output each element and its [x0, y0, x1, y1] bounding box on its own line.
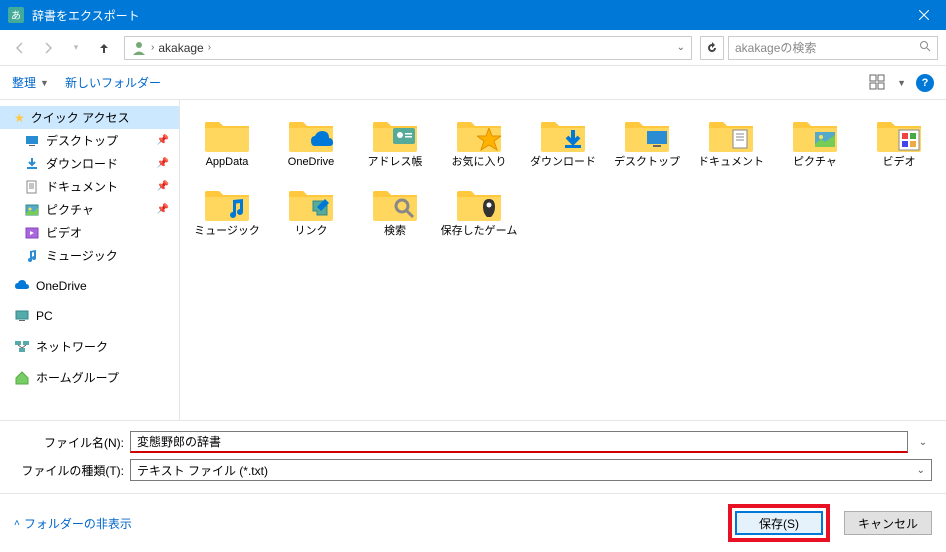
address-dropdown[interactable]: ⌄ — [677, 42, 685, 53]
footer: ˄ フォルダーの非表示 保存(S) キャンセル — [0, 493, 946, 552]
folder-label: お気に入り — [452, 156, 507, 169]
folder-item[interactable]: 検索 — [354, 179, 436, 242]
save-button-highlight: 保存(S) — [728, 504, 830, 542]
main-pane: ★ クイック アクセス デスクトップ📌ダウンロード📌ドキュメント📌ピクチャ📌ビデ… — [0, 100, 946, 420]
cloud-icon — [14, 278, 30, 294]
sidebar-item-document[interactable]: ドキュメント📌 — [0, 175, 179, 198]
search-icon — [919, 40, 931, 55]
desktop-icon — [24, 133, 40, 149]
sidebar-quick-access[interactable]: ★ クイック アクセス — [0, 106, 179, 129]
folder-label: ビデオ — [883, 156, 916, 169]
folder-item[interactable]: お気に入り — [438, 110, 520, 173]
folder-item[interactable]: ダウンロード — [522, 110, 604, 173]
address-bar[interactable]: › akakage › ⌄ — [124, 36, 692, 60]
svg-text:あ: あ — [11, 10, 21, 22]
filename-input[interactable] — [130, 431, 908, 453]
filetype-label: ファイルの種類(T): — [14, 462, 124, 479]
view-options-button[interactable] — [869, 74, 887, 92]
organize-button[interactable]: 整理 ▼ — [12, 74, 49, 91]
breadcrumb-user[interactable]: akakage — [158, 41, 203, 55]
folder-label: 保存したゲーム — [441, 225, 518, 238]
folder-item[interactable]: 保存したゲーム — [438, 179, 520, 242]
sidebar-pc[interactable]: PC — [0, 305, 179, 327]
video-icon — [24, 225, 40, 241]
filename-dropdown[interactable]: ⌄ — [914, 437, 932, 448]
star-icon: ★ — [14, 111, 25, 125]
search-placeholder: akakageの検索 — [735, 39, 816, 56]
app-icon: あ — [8, 7, 24, 23]
pin-icon: 📌 — [157, 204, 169, 215]
folder-item[interactable]: OneDrive — [270, 110, 352, 173]
download-icon — [24, 156, 40, 172]
music-icon — [24, 248, 40, 264]
pin-icon: 📌 — [157, 158, 169, 169]
forward-button[interactable] — [36, 36, 60, 60]
close-button[interactable] — [901, 0, 946, 30]
chevron-up-icon: ˄ — [14, 518, 20, 529]
chevron-down-icon: ▼ — [897, 78, 906, 88]
network-icon — [14, 339, 30, 355]
folder-item[interactable]: ミュージック — [186, 179, 268, 242]
navbar: ▾ › akakage › ⌄ akakageの検索 — [0, 30, 946, 66]
folder-label: ミュージック — [194, 225, 260, 238]
chevron-right-icon: › — [208, 42, 211, 53]
folder-label: ダウンロード — [530, 156, 596, 169]
window-title: 辞書をエクスポート — [32, 7, 901, 24]
sidebar-item-video[interactable]: ビデオ — [0, 221, 179, 244]
sidebar-item-desktop[interactable]: デスクトップ📌 — [0, 129, 179, 152]
search-input[interactable]: akakageの検索 — [728, 36, 938, 60]
folder-label: デスクトップ — [614, 156, 680, 169]
folder-item[interactable]: ドキュメント — [690, 110, 772, 173]
folder-label: 検索 — [384, 225, 406, 238]
sidebar-onedrive[interactable]: OneDrive — [0, 275, 179, 297]
sidebar: ★ クイック アクセス デスクトップ📌ダウンロード📌ドキュメント📌ピクチャ📌ビデ… — [0, 100, 180, 420]
cancel-button[interactable]: キャンセル — [844, 511, 932, 535]
folder-label: ドキュメント — [698, 156, 764, 169]
filename-label: ファイル名(N): — [14, 434, 124, 451]
folder-item[interactable]: ピクチャ — [774, 110, 856, 173]
folder-label: ピクチャ — [793, 156, 837, 169]
new-folder-button[interactable]: 新しいフォルダー — [65, 74, 161, 91]
sidebar-item-picture[interactable]: ピクチャ📌 — [0, 198, 179, 221]
pin-icon: 📌 — [157, 181, 169, 192]
folder-label: OneDrive — [288, 156, 334, 169]
homegroup-icon — [14, 370, 30, 386]
sidebar-item-music[interactable]: ミュージック — [0, 244, 179, 267]
folder-item[interactable]: アドレス帳 — [354, 110, 436, 173]
up-button[interactable] — [92, 36, 116, 60]
save-form: ファイル名(N): ⌄ ファイルの種類(T): テキスト ファイル (*.txt… — [0, 420, 946, 493]
user-icon — [131, 40, 147, 56]
chevron-down-icon: ▼ — [40, 78, 49, 88]
refresh-button[interactable] — [700, 36, 724, 60]
toolbar: 整理 ▼ 新しいフォルダー ▼ ? — [0, 66, 946, 100]
folder-item[interactable]: ビデオ — [858, 110, 940, 173]
hide-folders-link[interactable]: ˄ フォルダーの非表示 — [14, 515, 132, 532]
pc-icon — [14, 308, 30, 324]
sidebar-item-download[interactable]: ダウンロード📌 — [0, 152, 179, 175]
chevron-right-icon: › — [151, 42, 154, 53]
folder-label: アドレス帳 — [368, 156, 423, 169]
back-button[interactable] — [8, 36, 32, 60]
picture-icon — [24, 202, 40, 218]
sidebar-homegroup[interactable]: ホームグループ — [0, 366, 179, 389]
save-button[interactable]: 保存(S) — [735, 511, 823, 535]
folder-item[interactable]: AppData — [186, 110, 268, 173]
chevron-down-icon: ⌄ — [917, 465, 925, 476]
document-icon — [24, 179, 40, 195]
folder-label: AppData — [206, 156, 249, 169]
sidebar-network[interactable]: ネットワーク — [0, 335, 179, 358]
titlebar: あ 辞書をエクスポート — [0, 0, 946, 30]
folder-label: リンク — [295, 225, 328, 238]
folder-grid[interactable]: AppData OneDrive アドレス帳 お気に入り ダウンロード デスクトップ ドキュ… — [180, 100, 946, 420]
recent-dropdown[interactable]: ▾ — [64, 36, 88, 60]
pin-icon: 📌 — [157, 135, 169, 146]
help-button[interactable]: ? — [916, 74, 934, 92]
folder-item[interactable]: デスクトップ — [606, 110, 688, 173]
folder-item[interactable]: リンク — [270, 179, 352, 242]
filetype-select[interactable]: テキスト ファイル (*.txt) ⌄ — [130, 459, 932, 481]
